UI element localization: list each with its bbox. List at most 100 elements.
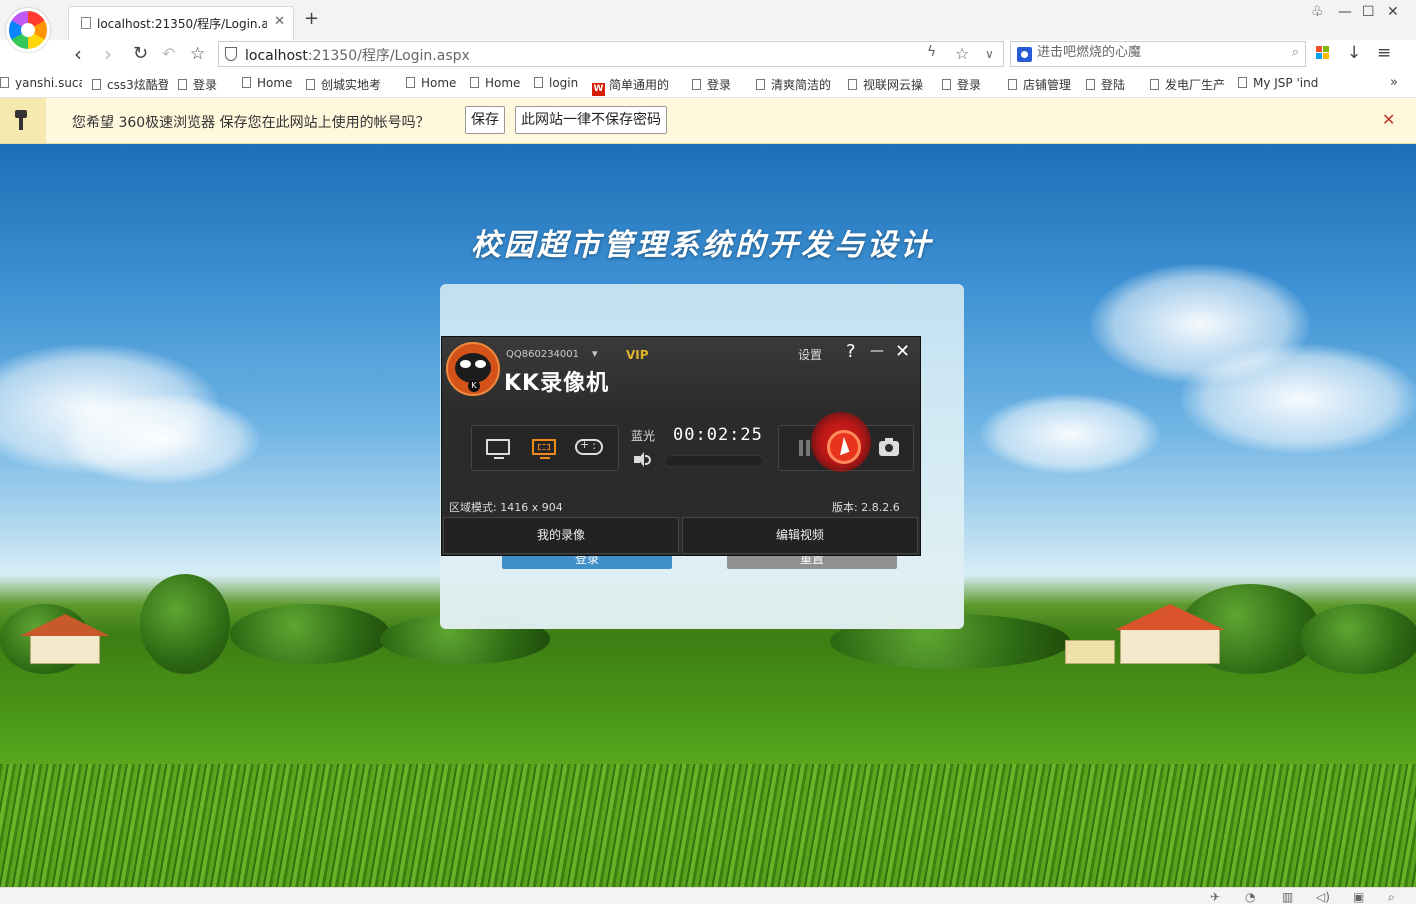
bookmark-item[interactable]: 创城实地考: [306, 76, 396, 93]
help-button[interactable]: ?: [846, 341, 856, 362]
game-mode-button[interactable]: [574, 436, 603, 460]
red-logo-icon: W: [592, 83, 605, 96]
bookmark-item[interactable]: 登录: [942, 76, 998, 93]
bookmark-item[interactable]: 清爽简洁的: [756, 76, 838, 93]
bookmark-item[interactable]: 发电厂生产: [1150, 76, 1228, 93]
bookmark-item[interactable]: yanshi.suca: [0, 76, 82, 90]
recorder-close-button[interactable]: ✕: [895, 341, 910, 362]
bookmark-item[interactable]: login: [534, 76, 582, 90]
infobar-message: 您希望 360极速浏览器 保存您在此网站上使用的帐号吗？: [72, 115, 430, 131]
reload-button[interactable]: ↻: [133, 42, 148, 66]
bookmarks-bar: » yanshi.suca css3炫酷登 登录 Home 创城实地考 Home Home l…: [0, 70, 1416, 98]
cloud-left-2: [60, 394, 260, 484]
tab-title: localhost:21350/程序/Login.as: [97, 17, 267, 31]
area-mode-button[interactable]: [530, 436, 558, 460]
bookmark-item[interactable]: Home: [242, 76, 296, 90]
back-button[interactable]: ‹: [74, 42, 82, 66]
key-icon-box: [0, 98, 46, 143]
bookmark-label: 登陆: [1101, 78, 1126, 92]
bookmark-item[interactable]: css3炫酷登: [92, 76, 168, 93]
page-icon: [942, 79, 951, 90]
monitor-icon: [486, 439, 510, 459]
house-left: [20, 614, 110, 664]
close-window-button[interactable]: ✕: [1387, 4, 1399, 20]
never-save-button[interactable]: 此网站一律不保存密码: [515, 106, 667, 134]
page-icon: [1238, 77, 1247, 88]
dropdown-icon[interactable]: ∨: [985, 47, 994, 61]
bookmarks-overflow-icon[interactable]: »: [1390, 75, 1398, 90]
search-box[interactable]: ⌕: [1010, 41, 1306, 67]
new-tab-button[interactable]: +: [304, 8, 319, 29]
menu-icon[interactable]: ≡: [1377, 43, 1391, 63]
lightning-icon[interactable]: ϟ: [927, 44, 936, 60]
maximize-button[interactable]: ☐: [1362, 4, 1375, 20]
sound-icon[interactable]: ◁): [1316, 890, 1330, 904]
pause-icon[interactable]: [799, 440, 811, 456]
bookmark-item[interactable]: My JSP 'ind: [1238, 76, 1330, 90]
tab-close-icon[interactable]: ✕: [274, 14, 285, 29]
status-bar: ✈ ◔ ▥ ◁) ▣ ⌕: [0, 887, 1416, 904]
window-icon[interactable]: ▣: [1353, 890, 1364, 904]
settings-button[interactable]: 设置: [798, 346, 822, 363]
vip-badge[interactable]: VIP: [626, 348, 649, 362]
favorite-star-icon[interactable]: ☆: [955, 44, 969, 63]
bookmark-label: 简单通用的: [609, 78, 670, 92]
navigation-toolbar: ‹ › ↻ ↶ ☆ localhost:21350/程序/Login.aspx …: [0, 40, 1416, 70]
page-icon: [1150, 79, 1159, 90]
close-icon[interactable]: ✕: [1382, 110, 1395, 129]
bookmark-item[interactable]: 店铺管理: [1008, 76, 1076, 93]
camera-icon[interactable]: [879, 438, 899, 456]
bookmark-label: 登录: [957, 78, 982, 92]
undo-close-button[interactable]: ↶: [162, 42, 175, 66]
forward-button[interactable]: ›: [104, 42, 112, 66]
bookmark-item[interactable]: Home: [470, 76, 524, 90]
save-button[interactable]: 保存: [465, 106, 505, 134]
browser-tab[interactable]: localhost:21350/程序/Login.as ✕: [68, 6, 294, 40]
quality-selector[interactable]: 蓝光: [631, 427, 655, 444]
zoom-icon[interactable]: ⌕: [1388, 890, 1395, 904]
account-dropdown-icon[interactable]: ▾: [592, 347, 598, 360]
bookmark-label: 登录: [193, 78, 218, 92]
bookmark-label: css3炫酷登: [107, 78, 168, 92]
address-text[interactable]: localhost:21350/程序/Login.aspx: [245, 45, 470, 65]
bookmark-item[interactable]: W 简单通用的: [592, 76, 682, 96]
skin-icon[interactable]: ♧: [1311, 4, 1324, 20]
kk-recorder-window[interactable]: K QQ860234001 ▾ VIP KK录像机 设置 ? — ✕ 蓝光 00…: [441, 336, 921, 556]
house-right: [1060, 604, 1230, 664]
recorder-minimize-button[interactable]: —: [870, 343, 884, 359]
home-star-button[interactable]: ☆: [190, 42, 205, 66]
trash-icon[interactable]: ▥: [1282, 890, 1293, 904]
minimize-button[interactable]: —: [1338, 4, 1352, 20]
bookmark-item[interactable]: Home: [406, 76, 460, 90]
address-bar[interactable]: localhost:21350/程序/Login.aspx ϟ ☆ ∨: [218, 41, 1004, 67]
logo-eye: [460, 360, 471, 368]
browser-logo-icon[interactable]: [6, 8, 50, 52]
baidu-icon: [1017, 47, 1032, 62]
grass-foreground: [0, 764, 1416, 887]
bookmark-item[interactable]: 登录: [178, 76, 232, 93]
download-icon[interactable]: ↓: [1347, 43, 1361, 63]
cloud-right-3: [980, 394, 1160, 474]
page-icon: [848, 79, 857, 90]
page-icon: [406, 77, 415, 88]
my-videos-button[interactable]: 我的录像: [443, 517, 679, 554]
bookmark-label: 店铺管理: [1023, 78, 1072, 92]
audio-level-meter: [664, 455, 764, 467]
volume-icon[interactable]: [632, 451, 652, 469]
page-icon: [81, 17, 91, 29]
search-icon[interactable]: ⌕: [1292, 45, 1299, 60]
bookmark-label: Home: [421, 76, 457, 90]
bookmark-item[interactable]: 登陆: [1086, 76, 1140, 93]
bookmark-item[interactable]: 登录: [692, 76, 746, 93]
pin-icon[interactable]: ✈: [1210, 890, 1220, 904]
fullscreen-mode-button[interactable]: [484, 436, 512, 460]
speed-icon[interactable]: ◔: [1245, 890, 1255, 904]
gamepad-icon: [575, 438, 603, 455]
bookmark-item[interactable]: 视联网云操: [848, 76, 932, 93]
search-input[interactable]: [1037, 45, 1277, 60]
bookmark-label: 登录: [707, 78, 732, 92]
logo-face: [455, 353, 491, 383]
edit-video-button[interactable]: 编辑视频: [682, 517, 918, 554]
record-control-group: [778, 412, 914, 472]
apps-icon[interactable]: [1316, 46, 1330, 60]
